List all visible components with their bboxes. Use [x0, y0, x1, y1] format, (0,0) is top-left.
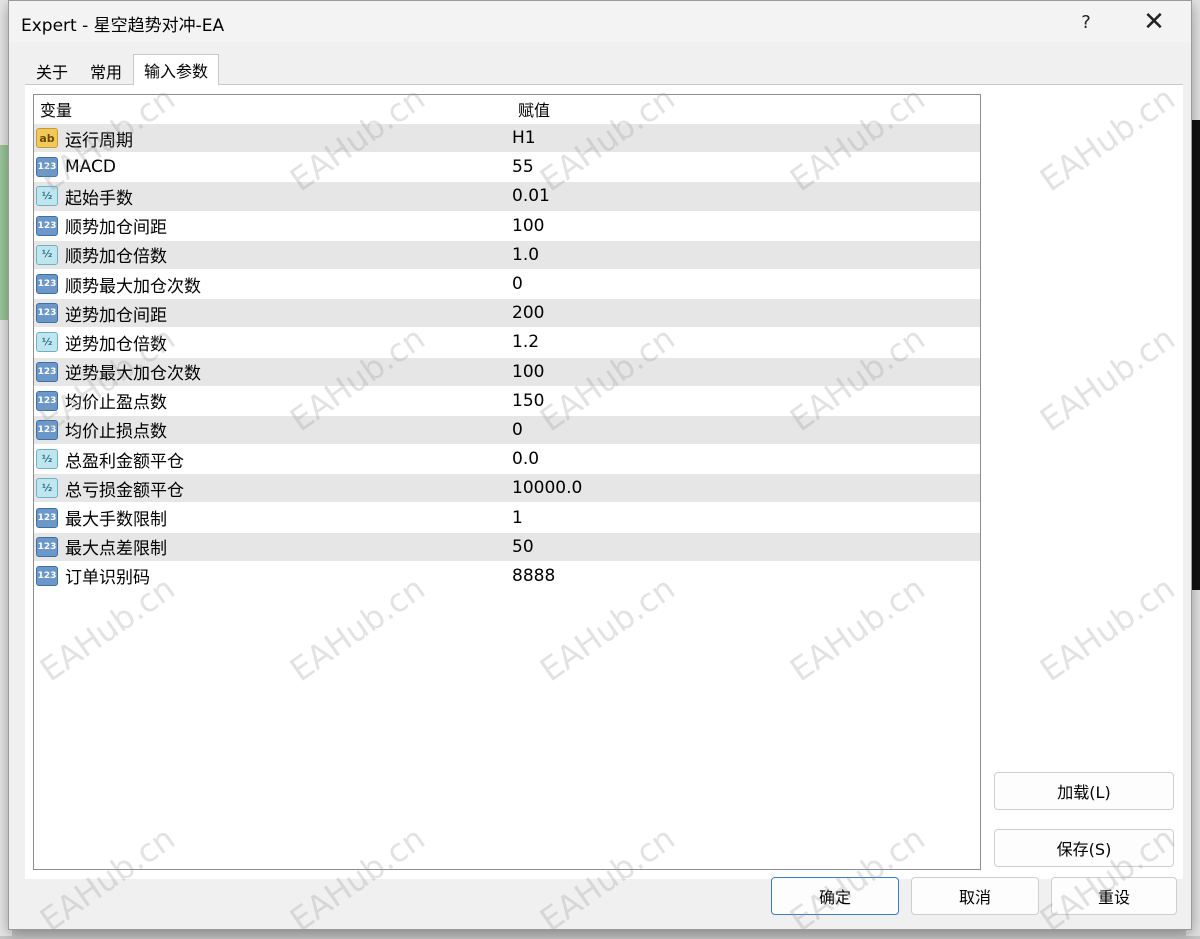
value-cell[interactable]: 0 — [508, 420, 523, 440]
expert-properties-dialog: Expert - 星空趋势对冲-EA ? ✕ 关于 常用 输入参数 变量 赋值 … — [8, 0, 1192, 930]
cancel-button[interactable]: 取消 — [911, 877, 1039, 915]
value-cell[interactable]: 100 — [508, 362, 544, 382]
value-cell[interactable]: 150 — [508, 391, 544, 411]
table-row[interactable]: 123 逆势最大加仓次数 100 — [34, 356, 980, 386]
variable-cell: 123 最大点差限制 — [34, 534, 508, 559]
load-button[interactable]: 加载(L) — [994, 772, 1174, 810]
titlebar: Expert - 星空趋势对冲-EA ? ✕ — [9, 1, 1191, 43]
value-cell[interactable]: 1 — [508, 508, 523, 528]
table-row[interactable]: ½ 顺势加仓倍数 1.0 — [34, 239, 980, 269]
variable-name: 最大点差限制 — [65, 539, 167, 560]
value-cell[interactable]: 1.0 — [508, 245, 539, 265]
double-type-icon: ½ — [36, 478, 58, 499]
dialog-title: Expert - 星空趋势对冲-EA — [21, 16, 225, 36]
int-type-icon: 123 — [36, 157, 58, 178]
int-type-icon: 123 — [36, 274, 58, 295]
reset-button[interactable]: 重设 — [1051, 877, 1177, 915]
table-row[interactable]: 123 均价止损点数 0 — [34, 414, 980, 445]
variable-name: 均价止损点数 — [65, 422, 167, 443]
double-type-icon: ½ — [36, 332, 58, 353]
input-parameters-grid: 变量 赋值 ab 运行周期 H1 123 MACD 55 ½ 起始手数 0.01 123 顺势加仓间… — [33, 94, 981, 870]
string-type-icon: ab — [36, 128, 58, 149]
int-type-icon: 123 — [36, 536, 58, 557]
variable-cell: ½ 起始手数 — [34, 184, 508, 209]
variable-cell: ½ 总亏损金额平仓 — [34, 476, 508, 501]
int-type-icon: 123 — [36, 419, 58, 440]
table-row[interactable]: 123 MACD 55 — [34, 152, 980, 181]
variable-cell: ½ 总盈利金额平仓 — [34, 447, 508, 472]
variable-cell: ab 运行周期 — [34, 126, 508, 151]
tab-common[interactable]: 常用 — [79, 55, 133, 85]
tab-bar: 关于 常用 输入参数 — [25, 54, 220, 86]
table-row[interactable]: ½ 总盈利金额平仓 0.0 — [34, 444, 980, 473]
grid-header: 变量 赋值 — [34, 95, 980, 123]
variable-name: 均价止盈点数 — [65, 393, 167, 414]
column-header-value[interactable]: 赋值 — [510, 97, 550, 121]
variable-name: 逆势最大加仓次数 — [65, 364, 201, 385]
save-button[interactable]: 保存(S) — [994, 829, 1174, 867]
value-cell[interactable]: 100 — [508, 216, 544, 236]
int-type-icon: 123 — [36, 507, 58, 528]
variable-cell: 123 MACD — [34, 157, 508, 178]
tab-about[interactable]: 关于 — [25, 55, 79, 85]
value-cell[interactable]: 0 — [508, 274, 523, 294]
variable-name: 逆势加仓倍数 — [65, 334, 167, 355]
variable-cell: 123 最大手数限制 — [34, 505, 508, 530]
double-type-icon: ½ — [36, 186, 58, 207]
table-row[interactable]: ab 运行周期 H1 — [34, 123, 980, 153]
variable-name: 顺势加仓间距 — [65, 218, 167, 239]
value-cell[interactable]: 200 — [508, 303, 544, 323]
close-button[interactable]: ✕ — [1131, 5, 1177, 39]
column-header-variable[interactable]: 变量 — [34, 97, 510, 121]
table-row[interactable]: 123 顺势最大加仓次数 0 — [34, 268, 980, 298]
variable-cell: 123 订单识别码 — [34, 563, 508, 588]
variable-name: 最大手数限制 — [65, 510, 167, 531]
value-cell[interactable]: 0.0 — [508, 449, 539, 469]
variable-cell: 123 均价止盈点数 — [34, 388, 508, 413]
int-type-icon: 123 — [36, 390, 58, 411]
variable-name: 起始手数 — [65, 188, 133, 209]
tab-inputs[interactable]: 输入参数 — [133, 54, 220, 86]
variable-name: 顺势加仓倍数 — [65, 247, 167, 268]
variable-cell: 123 均价止损点数 — [34, 417, 508, 442]
table-row[interactable]: 123 逆势加仓间距 200 — [34, 298, 980, 328]
help-button[interactable]: ? — [1063, 5, 1109, 39]
table-row[interactable]: ½ 总亏损金额平仓 10000.0 — [34, 473, 980, 503]
variable-name: 逆势加仓间距 — [65, 305, 167, 326]
variable-name: 总盈利金额平仓 — [65, 451, 184, 472]
grid-rows: ab 运行周期 H1 123 MACD 55 ½ 起始手数 0.01 123 顺势加仓间距 100 ½ 顺… — [34, 123, 980, 590]
value-cell[interactable]: H1 — [508, 128, 536, 148]
value-cell[interactable]: 50 — [508, 537, 534, 557]
table-row[interactable]: ½ 逆势加仓倍数 1.2 — [34, 327, 980, 356]
variable-cell: 123 逆势最大加仓次数 — [34, 359, 508, 384]
variable-cell: 123 顺势加仓间距 — [34, 213, 508, 238]
table-row[interactable]: 123 最大点差限制 50 — [34, 531, 980, 561]
table-row[interactable]: 123 最大手数限制 1 — [34, 502, 980, 531]
variable-cell: 123 顺势最大加仓次数 — [34, 272, 508, 297]
variable-cell: ½ 顺势加仓倍数 — [34, 242, 508, 267]
int-type-icon: 123 — [36, 565, 58, 586]
variable-name: MACD — [65, 157, 116, 178]
table-row[interactable]: ½ 起始手数 0.01 — [34, 181, 980, 211]
double-type-icon: ½ — [36, 449, 58, 470]
table-row[interactable]: 123 均价止盈点数 150 — [34, 385, 980, 415]
variable-name: 顺势最大加仓次数 — [65, 276, 201, 297]
variable-name: 运行周期 — [65, 130, 133, 151]
value-cell[interactable]: 8888 — [508, 566, 555, 586]
variable-name: 总亏损金额平仓 — [65, 480, 184, 501]
int-type-icon: 123 — [36, 215, 58, 236]
ok-button[interactable]: 确定 — [771, 877, 899, 915]
value-cell[interactable]: 55 — [508, 157, 534, 177]
table-row[interactable]: 123 顺势加仓间距 100 — [34, 210, 980, 240]
int-type-icon: 123 — [36, 361, 58, 382]
value-cell[interactable]: 0.01 — [508, 186, 550, 206]
variable-cell: 123 逆势加仓间距 — [34, 301, 508, 326]
value-cell[interactable]: 10000.0 — [508, 478, 582, 498]
int-type-icon: 123 — [36, 303, 58, 324]
value-cell[interactable]: 1.2 — [508, 332, 539, 352]
table-row[interactable]: 123 订单识别码 8888 — [34, 560, 980, 590]
variable-cell: ½ 逆势加仓倍数 — [34, 330, 508, 355]
double-type-icon: ½ — [36, 244, 58, 265]
variable-name: 订单识别码 — [65, 568, 150, 589]
